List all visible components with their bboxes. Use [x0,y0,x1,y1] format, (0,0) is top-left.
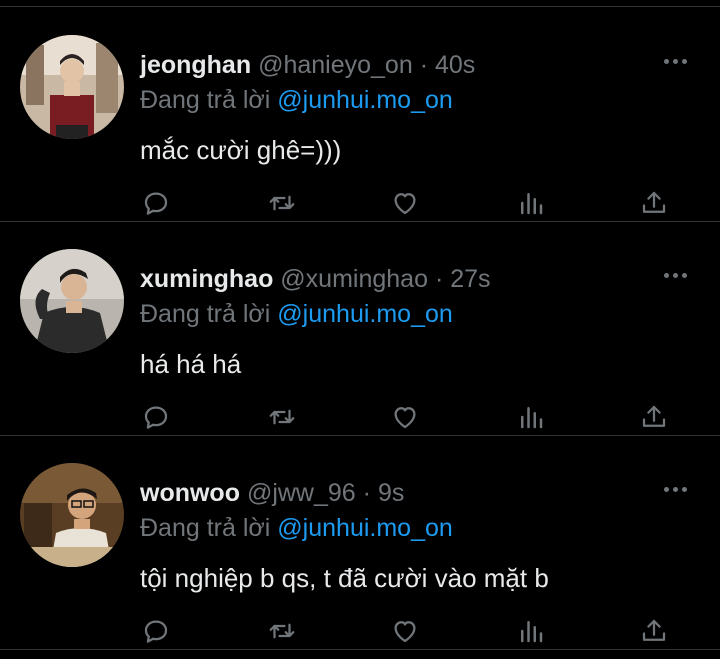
avatar[interactable] [20,463,124,567]
tweet-text: tội nghiệp b qs, t đã cười vào mặt b [140,563,549,593]
action-bar [0,614,720,654]
reply-prefix: Đang trả lời [140,514,271,542]
tweet-header: jeonghan @hanieyo_on · 40s [140,48,650,82]
timestamp[interactable]: 27s [450,265,490,293]
avatar[interactable] [20,35,124,139]
separator: · [434,265,444,293]
separator: · [362,479,371,507]
more-icon[interactable] [664,54,690,68]
tweet-card[interactable]: jeonghan @hanieyo_on · 40s Đang trả lời … [0,8,720,222]
tweet-header: wonwoo @jww_96 · 9s [140,476,650,510]
user-handle[interactable]: @hanieyo_on [258,51,413,79]
like-icon[interactable] [388,186,422,220]
separator: · [419,51,429,79]
user-handle[interactable]: @jww_96 [247,479,356,507]
reply-icon[interactable] [139,400,173,434]
action-bar [0,186,720,226]
replying-to: Đang trả lời @junhui.mo_on [140,298,453,330]
replying-to: Đang trả lời @junhui.mo_on [140,512,453,544]
stats-icon[interactable] [514,186,548,220]
more-icon[interactable] [664,482,690,496]
like-icon[interactable] [388,400,422,434]
reply-icon[interactable] [139,614,173,648]
retweet-icon[interactable] [265,400,299,434]
mention-link[interactable]: @junhui.mo_on [277,86,453,114]
timestamp[interactable]: 40s [435,51,475,79]
reply-feed: jeonghan @hanieyo_on · 40s Đang trả lời … [0,0,720,659]
share-icon[interactable] [637,186,671,220]
reply-prefix: Đang trả lời [140,86,271,114]
share-icon[interactable] [637,400,671,434]
reply-prefix: Đang trả lời [140,300,271,328]
display-name[interactable]: xuminghao [140,265,273,293]
like-icon[interactable] [388,614,422,648]
retweet-icon[interactable] [265,186,299,220]
stats-icon[interactable] [514,614,548,648]
mention-link[interactable]: @junhui.mo_on [277,300,453,328]
display-name[interactable]: jeonghan [140,51,251,79]
mention-link[interactable]: @junhui.mo_on [277,514,453,542]
divider [0,6,720,7]
user-handle[interactable]: @xuminghao [280,265,428,293]
tweet-card[interactable]: xuminghao @xuminghao · 27s Đang trả lời … [0,222,720,436]
retweet-icon[interactable] [265,614,299,648]
avatar[interactable] [20,249,124,353]
tweet-text: mắc cười ghê=))) [140,135,342,165]
reply-icon[interactable] [139,186,173,220]
replying-to: Đang trả lời @junhui.mo_on [140,84,453,116]
timestamp[interactable]: 9s [378,479,404,507]
more-icon[interactable] [664,268,690,282]
stats-icon[interactable] [514,400,548,434]
action-bar [0,400,720,440]
tweet-card[interactable]: wonwoo @jww_96 · 9s Đang trả lời @junhui… [0,436,720,650]
share-icon[interactable] [637,614,671,648]
tweet-text: há há há [140,349,242,379]
tweet-header: xuminghao @xuminghao · 27s [140,262,650,296]
display-name[interactable]: wonwoo [140,479,240,507]
